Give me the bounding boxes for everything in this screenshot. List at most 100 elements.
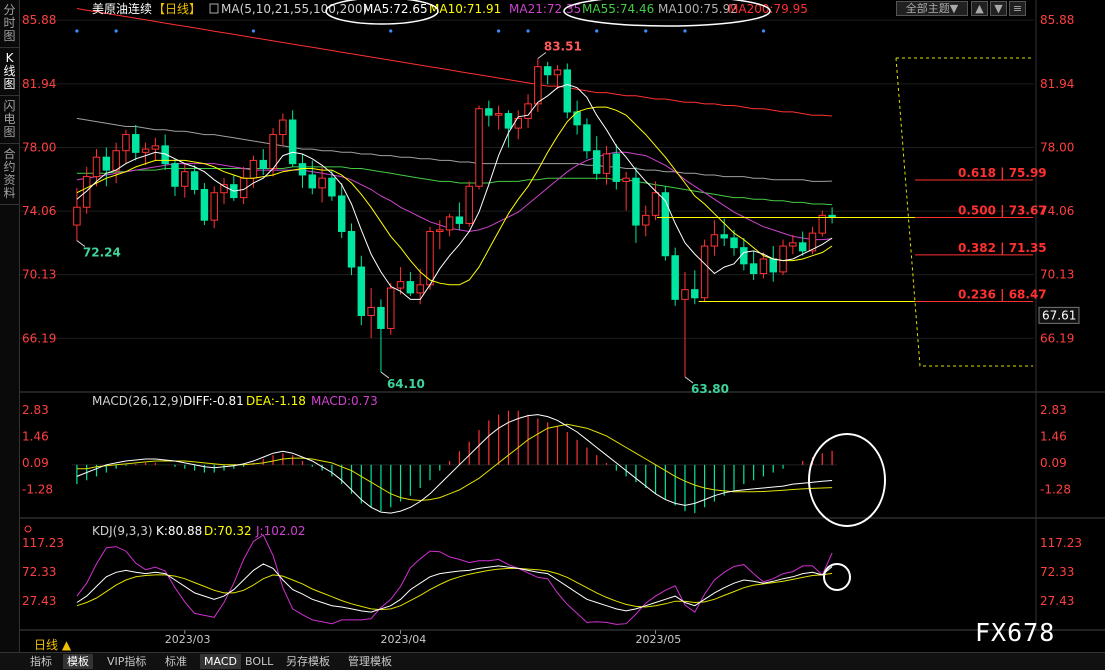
- fib-label: 0.500 | 73.67: [958, 203, 1047, 217]
- candle-body: [151, 145, 160, 150]
- event-marker: [683, 29, 687, 33]
- event-marker: [595, 29, 599, 33]
- price-tick-label-right: 70.13: [1040, 268, 1074, 282]
- price-tick-label-right: 81.94: [1040, 77, 1074, 91]
- tab-save-template[interactable]: 另存模板: [282, 654, 334, 669]
- candle-body: [789, 242, 797, 247]
- candle-body: [828, 214, 836, 218]
- candle-body: [406, 281, 415, 294]
- candle-body: [769, 258, 777, 273]
- kdj-title: KDJ(9,3,3): [92, 524, 153, 538]
- candle-body: [190, 171, 199, 190]
- candle-body: [73, 206, 81, 226]
- candle-body: [357, 266, 366, 317]
- candle-body: [436, 229, 444, 233]
- candle-body: [592, 150, 601, 174]
- candle-body: [465, 185, 473, 224]
- price-tick-label-left: 81.94: [22, 77, 56, 91]
- kdj-tick-left: 117.23: [22, 536, 64, 550]
- candle-body: [494, 113, 503, 116]
- sidebar-item-timeshare[interactable]: 分时图: [0, 0, 19, 48]
- fib-label: 0.618 | 75.99: [958, 166, 1047, 180]
- tab-macd[interactable]: MACD: [200, 654, 241, 669]
- kdj-k-label: K:80.88: [156, 524, 202, 538]
- tab-manage-templates[interactable]: 管理模板: [344, 654, 396, 669]
- fx678-logo: FX678: [975, 618, 1056, 647]
- scroll-down-button[interactable]: ▼: [990, 1, 1007, 16]
- candle-body: [543, 66, 552, 76]
- candle-body: [367, 306, 375, 317]
- date-label: 2023/03: [165, 633, 211, 646]
- macd-tick-right: 2.83: [1040, 403, 1067, 417]
- event-marker: [644, 29, 648, 33]
- event-marker: [761, 29, 766, 33]
- macd-value-label: MACD:0.73: [311, 394, 378, 408]
- macd-tick-left: 1.46: [22, 430, 49, 444]
- left-sidebar: 分时图 K线图 闪电图 合约资料: [0, 0, 20, 652]
- candle-body: [445, 216, 454, 231]
- candle-body: [710, 234, 719, 247]
- kdj-tick-left: 72.33: [22, 565, 56, 579]
- candle-body: [279, 119, 287, 136]
- candle-body: [818, 214, 827, 234]
- candle-body: [798, 242, 807, 252]
- candle-body: [269, 134, 277, 169]
- candle-body: [661, 192, 670, 257]
- menu-button[interactable]: ≡: [1009, 1, 1026, 16]
- kdj-d-label: D:70.32: [204, 524, 252, 538]
- candle-body: [377, 306, 385, 329]
- macd-title: MACD(26,12,9): [92, 394, 183, 408]
- candle-body: [720, 234, 728, 239]
- candle-body: [200, 188, 209, 221]
- date-label: 2023/05: [636, 633, 682, 646]
- candle-body: [426, 231, 434, 286]
- candle-body: [602, 153, 611, 174]
- candle-body: [632, 177, 640, 226]
- candle-body: [671, 255, 679, 300]
- candle-body: [622, 177, 630, 182]
- ma-legend-5: MA100:75.92: [658, 2, 738, 16]
- date-label: 2023/04: [381, 633, 427, 646]
- tab-vip-indicators[interactable]: VIP指标: [103, 654, 150, 669]
- theme-selector[interactable]: 全部主题▼: [896, 1, 968, 16]
- fib-label: 0.382 | 71.35: [958, 241, 1047, 255]
- candle-body: [612, 153, 621, 182]
- candle-body: [485, 108, 493, 116]
- kdj-tick-right: 72.33: [1040, 565, 1074, 579]
- candle-body: [141, 148, 150, 153]
- macd-tick-right: 0.09: [1040, 456, 1067, 470]
- candle-body: [534, 66, 542, 105]
- sidebar-item-contract-info[interactable]: 合约资料: [0, 144, 19, 205]
- symbol-title: 美原油连续: [92, 1, 152, 16]
- tab-boll[interactable]: BOLL: [241, 654, 277, 669]
- tab-templates[interactable]: 模板: [63, 654, 93, 669]
- candle-body: [132, 134, 140, 153]
- extreme-label: 63.80: [691, 382, 729, 396]
- macd-tick-left: -1.28: [22, 483, 53, 497]
- ma-legend-1: MA5:72.65: [363, 2, 428, 16]
- price-tick-label-right: 85.88: [1040, 13, 1074, 27]
- price-tick-label-left: 78.00: [22, 140, 56, 154]
- price-tick-label-left: 85.88: [22, 13, 56, 27]
- candle-body: [347, 231, 356, 268]
- scroll-up-button[interactable]: ▲: [971, 1, 988, 16]
- tab-indicators[interactable]: 指标: [26, 654, 56, 669]
- candle-body: [642, 214, 650, 226]
- candle-body: [455, 216, 464, 224]
- sidebar-item-flash[interactable]: 闪电图: [0, 96, 19, 144]
- candle-body: [553, 69, 562, 76]
- chart-area[interactable]: 85.88 85.8881.94 81.9478.00 78.0074.06 74.06…: [20, 0, 1105, 652]
- macd-tick-left: 2.83: [22, 403, 49, 417]
- kdj-tick-right: 117.23: [1040, 536, 1082, 550]
- period-tag: 【日线】: [153, 2, 201, 16]
- candle-body: [749, 263, 758, 275]
- candle-body: [181, 171, 189, 187]
- period-selector[interactable]: 日线 ▲: [34, 636, 71, 653]
- sidebar-item-kline[interactable]: K线图: [0, 48, 19, 96]
- candle-body: [122, 134, 130, 152]
- candle-body: [681, 289, 689, 300]
- tab-standard[interactable]: 标准: [161, 654, 191, 669]
- price-tick-label-left: 74.06: [22, 204, 56, 218]
- extreme-label: 72.24: [83, 246, 121, 260]
- extreme-label: 83.51: [544, 39, 582, 53]
